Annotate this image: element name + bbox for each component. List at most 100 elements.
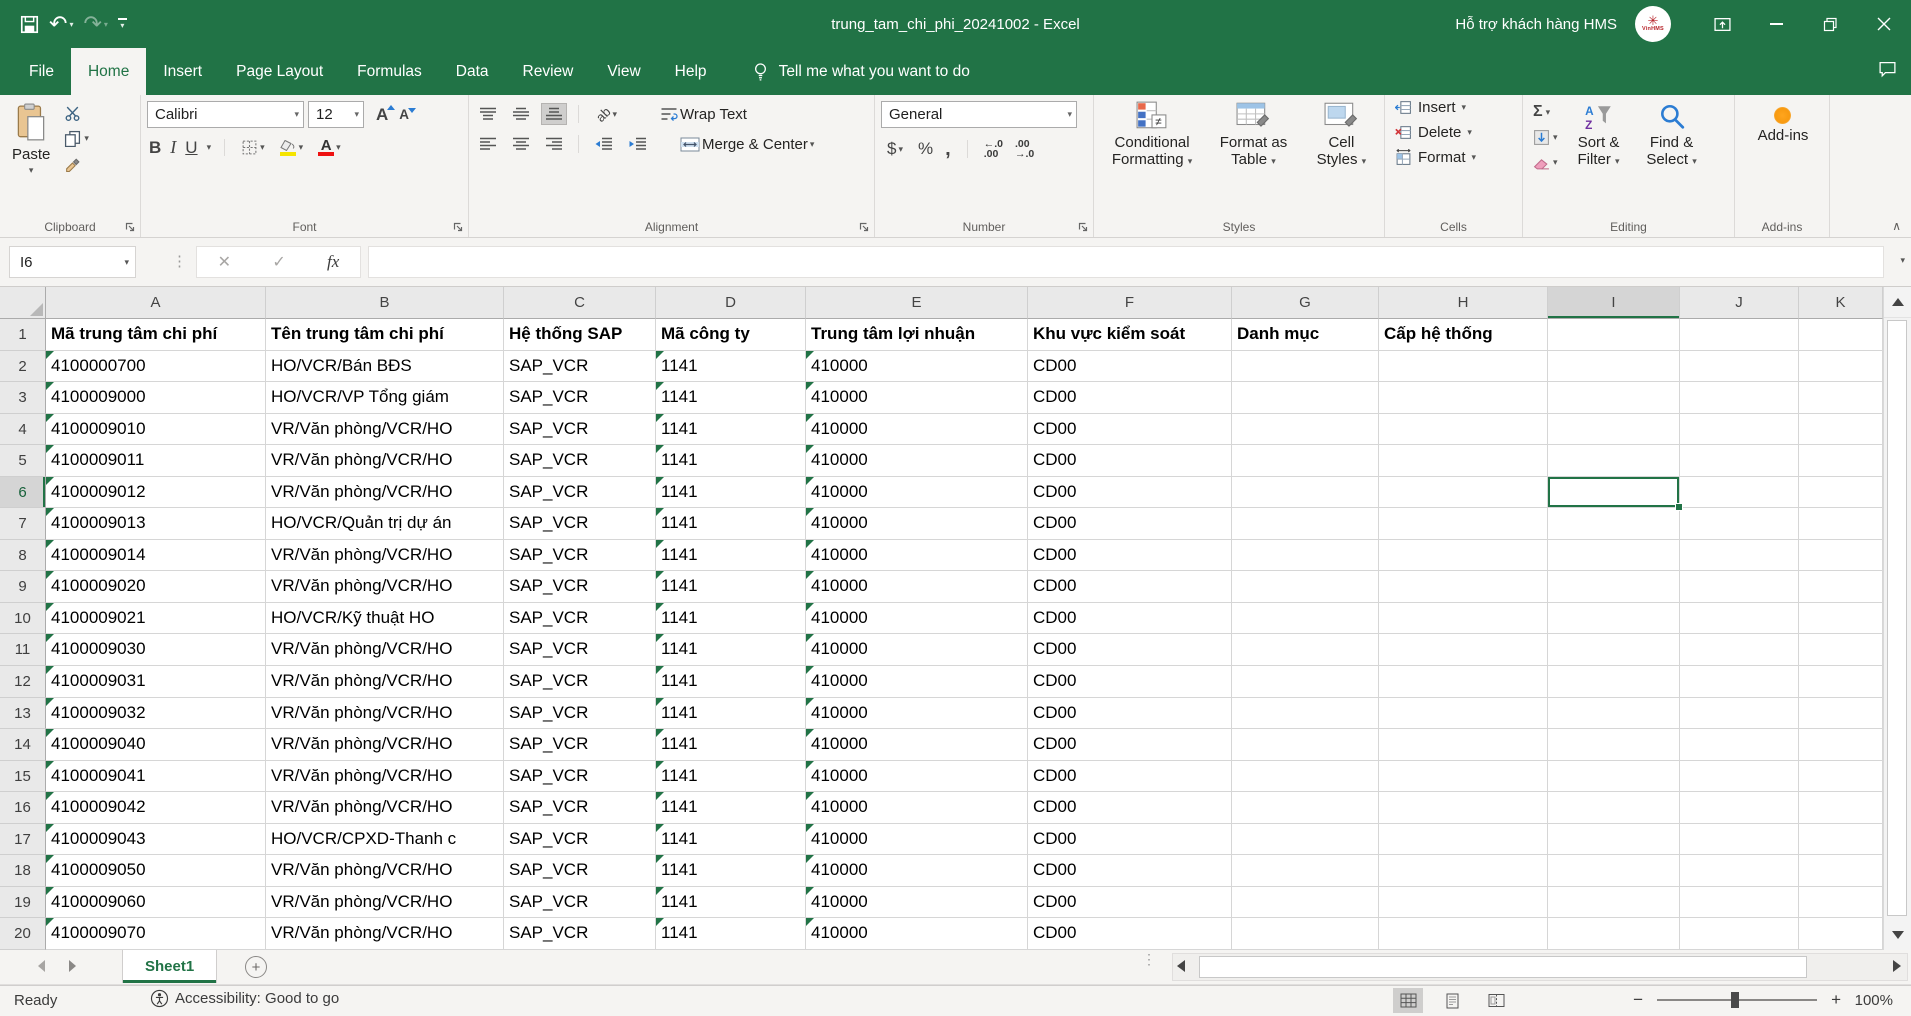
cell-D4[interactable]: 1141 bbox=[656, 414, 806, 446]
cell-J8[interactable] bbox=[1680, 540, 1799, 572]
tab-home[interactable]: Home bbox=[71, 48, 146, 95]
row-header-6[interactable]: 6 bbox=[0, 477, 46, 509]
cell-I11[interactable] bbox=[1548, 634, 1680, 666]
cell-K14[interactable] bbox=[1799, 729, 1883, 761]
cell-I19[interactable] bbox=[1548, 887, 1680, 919]
row-header-13[interactable]: 13 bbox=[0, 698, 46, 730]
cell-F7[interactable]: CD00 bbox=[1028, 508, 1232, 540]
clipboard-dialog-launcher[interactable] bbox=[124, 221, 135, 232]
bold-button[interactable]: B bbox=[149, 138, 161, 158]
cell-E9[interactable]: 410000 bbox=[806, 571, 1028, 603]
row-header-9[interactable]: 9 bbox=[0, 571, 46, 603]
cell-J10[interactable] bbox=[1680, 603, 1799, 635]
cell-I16[interactable] bbox=[1548, 792, 1680, 824]
cell-J7[interactable] bbox=[1680, 508, 1799, 540]
cell-J4[interactable] bbox=[1680, 414, 1799, 446]
cell-K12[interactable] bbox=[1799, 666, 1883, 698]
cell-F8[interactable]: CD00 bbox=[1028, 540, 1232, 572]
copy-button[interactable]: ▾ bbox=[64, 129, 89, 147]
cell-H3[interactable] bbox=[1379, 382, 1548, 414]
fill-color-button[interactable]: ▾ bbox=[277, 139, 307, 157]
formula-input[interactable] bbox=[368, 246, 1884, 278]
cell-F3[interactable]: CD00 bbox=[1028, 382, 1232, 414]
select-all-button[interactable] bbox=[0, 287, 46, 319]
zoom-slider-thumb[interactable] bbox=[1731, 992, 1739, 1008]
cell-A15[interactable]: 4100009041 bbox=[46, 761, 266, 793]
cell-F16[interactable]: CD00 bbox=[1028, 792, 1232, 824]
cell-J19[interactable] bbox=[1680, 887, 1799, 919]
cell-D8[interactable]: 1141 bbox=[656, 540, 806, 572]
increase-indent-button[interactable] bbox=[624, 133, 651, 155]
cell-H9[interactable] bbox=[1379, 571, 1548, 603]
scroll-down-icon[interactable] bbox=[1884, 920, 1911, 950]
confirm-entry-button[interactable]: ✓ bbox=[272, 252, 285, 272]
tab-review[interactable]: Review bbox=[506, 48, 591, 95]
fill-button[interactable]: ▾ bbox=[1533, 128, 1558, 146]
cell-D15[interactable]: 1141 bbox=[656, 761, 806, 793]
row-header-5[interactable]: 5 bbox=[0, 445, 46, 477]
wrap-text-button[interactable]: Wrap Text bbox=[657, 105, 750, 124]
cell-K1[interactable] bbox=[1799, 319, 1883, 351]
cell-H20[interactable] bbox=[1379, 918, 1548, 950]
cell-K7[interactable] bbox=[1799, 508, 1883, 540]
cell-C15[interactable]: SAP_VCR bbox=[504, 761, 656, 793]
cell-B17[interactable]: HO/VCR/CPXD-Thanh c bbox=[266, 824, 504, 856]
cell-A18[interactable]: 4100009050 bbox=[46, 855, 266, 887]
cell-I7[interactable] bbox=[1548, 508, 1680, 540]
cell-K16[interactable] bbox=[1799, 792, 1883, 824]
tab-view[interactable]: View bbox=[590, 48, 657, 95]
column-header-G[interactable]: G bbox=[1232, 287, 1379, 319]
cell-B19[interactable]: VR/Văn phòng/VCR/HO bbox=[266, 887, 504, 919]
cell-G4[interactable] bbox=[1232, 414, 1379, 446]
cell-I4[interactable] bbox=[1548, 414, 1680, 446]
redo-button[interactable]: ↷▾ bbox=[83, 13, 107, 35]
cell-I13[interactable] bbox=[1548, 698, 1680, 730]
cell-J2[interactable] bbox=[1680, 351, 1799, 383]
cell-J3[interactable] bbox=[1680, 382, 1799, 414]
cell-H1[interactable]: Cấp hệ thống bbox=[1379, 319, 1548, 351]
cell-I14[interactable] bbox=[1548, 729, 1680, 761]
cell-E16[interactable]: 410000 bbox=[806, 792, 1028, 824]
cell-C6[interactable]: SAP_VCR bbox=[504, 477, 656, 509]
row-header-11[interactable]: 11 bbox=[0, 634, 46, 666]
align-left-button[interactable] bbox=[475, 133, 501, 155]
percent-style-button[interactable]: % bbox=[918, 139, 933, 159]
cell-E14[interactable]: 410000 bbox=[806, 729, 1028, 761]
tab-help[interactable]: Help bbox=[658, 48, 724, 95]
row-header-17[interactable]: 17 bbox=[0, 824, 46, 856]
cell-E6[interactable]: 410000 bbox=[806, 477, 1028, 509]
zoom-slider[interactable] bbox=[1657, 999, 1817, 1001]
cell-A17[interactable]: 4100009043 bbox=[46, 824, 266, 856]
cell-E18[interactable]: 410000 bbox=[806, 855, 1028, 887]
cell-D14[interactable]: 1141 bbox=[656, 729, 806, 761]
cell-E17[interactable]: 410000 bbox=[806, 824, 1028, 856]
cell-B9[interactable]: VR/Văn phòng/VCR/HO bbox=[266, 571, 504, 603]
cell-C8[interactable]: SAP_VCR bbox=[504, 540, 656, 572]
cell-D3[interactable]: 1141 bbox=[656, 382, 806, 414]
cell-B16[interactable]: VR/Văn phòng/VCR/HO bbox=[266, 792, 504, 824]
cell-I18[interactable] bbox=[1548, 855, 1680, 887]
cell-B5[interactable]: VR/Văn phòng/VCR/HO bbox=[266, 445, 504, 477]
cell-K3[interactable] bbox=[1799, 382, 1883, 414]
next-sheet-icon[interactable] bbox=[69, 960, 76, 972]
row-header-2[interactable]: 2 bbox=[0, 351, 46, 383]
cell-C3[interactable]: SAP_VCR bbox=[504, 382, 656, 414]
cell-J12[interactable] bbox=[1680, 666, 1799, 698]
cell-G7[interactable] bbox=[1232, 508, 1379, 540]
conditional-formatting-button[interactable]: ≠ Conditional Formatting ▾ bbox=[1100, 99, 1204, 170]
cut-button[interactable] bbox=[64, 104, 89, 122]
cell-F15[interactable]: CD00 bbox=[1028, 761, 1232, 793]
column-header-I[interactable]: I bbox=[1548, 287, 1680, 319]
cell-J18[interactable] bbox=[1680, 855, 1799, 887]
cell-H10[interactable] bbox=[1379, 603, 1548, 635]
cell-C1[interactable]: Hệ thống SAP bbox=[504, 319, 656, 351]
row-header-8[interactable]: 8 bbox=[0, 540, 46, 572]
cell-B2[interactable]: HO/VCR/Bán BĐS bbox=[266, 351, 504, 383]
cell-H15[interactable] bbox=[1379, 761, 1548, 793]
cell-A13[interactable]: 4100009032 bbox=[46, 698, 266, 730]
cell-A1[interactable]: Mã trung tâm chi phí bbox=[46, 319, 266, 351]
orientation-button[interactable]: ab▾ bbox=[596, 107, 617, 122]
format-cells-button[interactable]: Format▾ bbox=[1395, 149, 1476, 166]
cell-E3[interactable]: 410000 bbox=[806, 382, 1028, 414]
cell-D10[interactable]: 1141 bbox=[656, 603, 806, 635]
